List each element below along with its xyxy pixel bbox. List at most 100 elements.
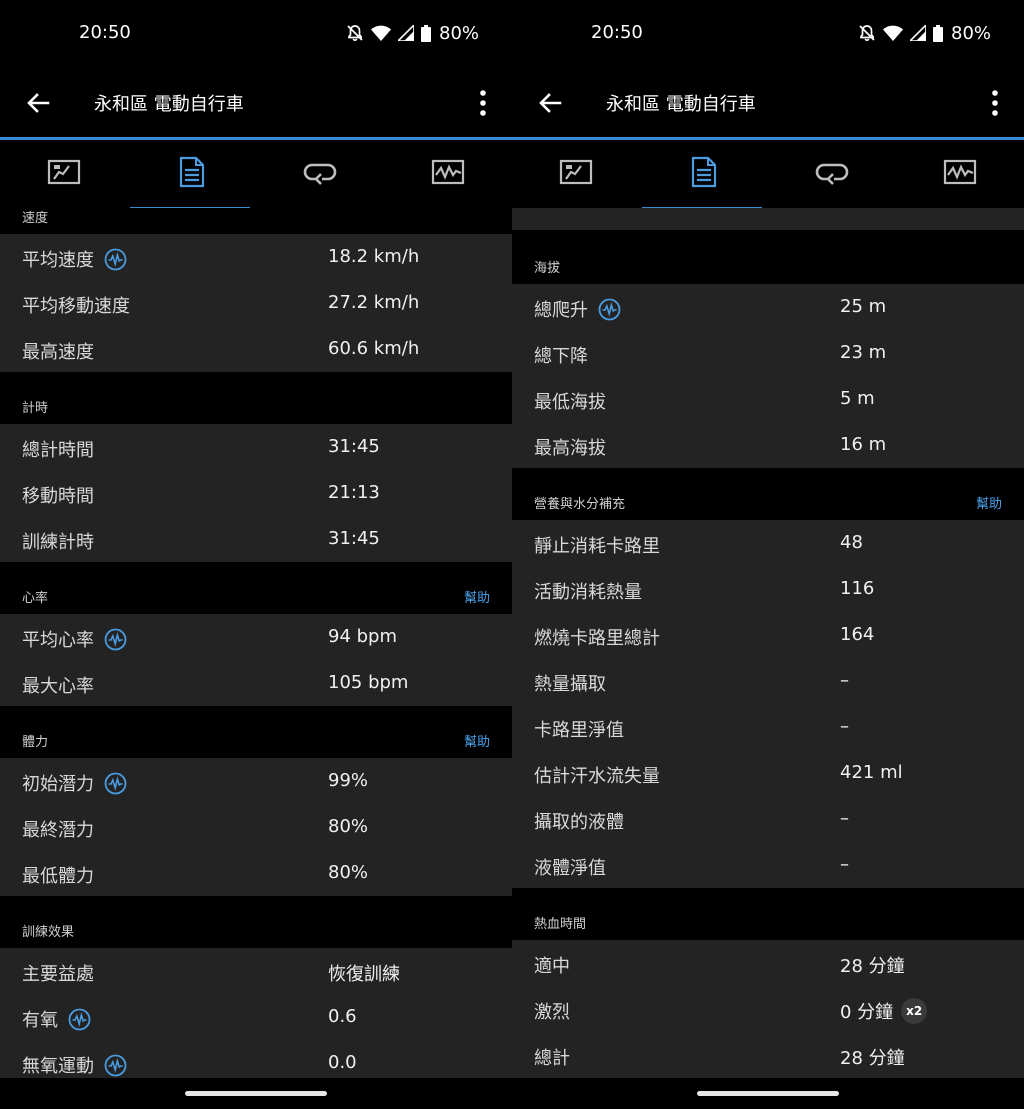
battery-percent: 80%: [439, 22, 480, 44]
stat-value: 25 m: [840, 296, 887, 317]
mute-icon: [858, 24, 876, 42]
stat-value: 23 m: [840, 342, 887, 363]
stat-label: 訓練計時: [22, 532, 94, 553]
left-screen: 20:50 80% 永和區 電動自行車 速度 平均速度 18.2 km/h 平均…: [0, 0, 512, 1109]
stat-label: 最高海拔: [534, 438, 606, 459]
section-header: 熱血時間: [512, 888, 1024, 940]
stat-value: 421 ml: [840, 762, 903, 783]
insight-icon[interactable]: [104, 772, 127, 795]
details-list-icon: [691, 156, 717, 192]
tab-overview[interactable]: [0, 140, 128, 208]
stat-label: 移動時間: [22, 486, 94, 507]
stat-label: 激烈: [534, 1002, 570, 1023]
stat-value: 105 bpm: [328, 672, 409, 693]
stat-label: 平均速度: [22, 250, 94, 271]
insight-icon[interactable]: [68, 1008, 91, 1031]
section-title: 熱血時間: [534, 917, 587, 932]
stat-row: 激烈 0 分鐘 x2: [512, 986, 1024, 1032]
stat-label: 最高速度: [22, 342, 94, 363]
stat-label: 最低海拔: [534, 392, 606, 413]
battery-percent: 80%: [951, 22, 992, 44]
stat-row: 總爬升 25 m: [512, 284, 1024, 330]
more-vert-icon[interactable]: [470, 86, 496, 120]
stat-label: 平均心率: [22, 630, 94, 651]
wifi-icon: [371, 25, 391, 41]
stat-row: 無氧運動 0.0: [0, 1040, 512, 1078]
stat-value: –: [840, 854, 849, 875]
arrow-left-icon[interactable]: [534, 87, 566, 119]
details-list[interactable]: 海拔 總爬升 25 m 總下降 23 m 最低海拔 5 m 最高海拔 16 m 營養與水…: [512, 208, 1024, 1078]
stat-value: 18.2 km/h: [328, 246, 420, 267]
stat-label: 總下降: [534, 346, 588, 367]
mute-icon: [346, 24, 364, 42]
more-vert-icon[interactable]: [982, 86, 1008, 120]
stat-row: 熱量攝取 –: [512, 658, 1024, 704]
home-handle[interactable]: [185, 1091, 327, 1096]
stat-row: 適中 28 分鐘: [512, 940, 1024, 986]
stat-label: 卡路里淨值: [534, 720, 624, 741]
tab-details[interactable]: [640, 140, 768, 210]
stat-label: 主要益處: [22, 964, 94, 985]
stat-label: 活動消耗熱量: [534, 582, 642, 603]
stat-value: 31:45: [328, 528, 380, 549]
stat-value: 116: [840, 578, 875, 599]
insight-icon[interactable]: [104, 1054, 127, 1077]
help-link[interactable]: 幫助: [464, 731, 490, 750]
insight-icon[interactable]: [598, 298, 621, 321]
section-title: 心率: [22, 591, 49, 606]
stat-row: 初始潛力 99%: [0, 758, 512, 804]
stat-row: 平均速度 18.2 km/h: [0, 234, 512, 280]
gesture-bar: [0, 1078, 512, 1109]
stat-label: 有氧: [22, 1010, 58, 1031]
stat-label: 無氧運動: [22, 1056, 94, 1077]
section-header: 心率 幫助: [0, 562, 512, 614]
battery-icon: [933, 24, 943, 42]
stat-row: 總計 28 分鐘: [512, 1032, 1024, 1078]
stat-row: 最高海拔 16 m: [512, 422, 1024, 468]
tab-overview[interactable]: [512, 140, 640, 208]
stat-row: 燃燒卡路里總計 164: [512, 612, 1024, 658]
section-header: 速度: [0, 208, 512, 234]
stat-row: 移動時間 21:13: [0, 470, 512, 516]
stat-row: 液體淨值 –: [512, 842, 1024, 888]
stat-label: 攝取的液體: [534, 812, 624, 833]
arrow-left-icon[interactable]: [22, 87, 54, 119]
stat-value: 28 分鐘: [840, 1048, 905, 1069]
stat-label: 最終潛力: [22, 820, 94, 841]
insight-icon[interactable]: [104, 628, 127, 651]
stat-value: 0 分鐘: [840, 1002, 894, 1023]
right-screen: 20:50 80% 永和區 電動自行車 海拔 總爬升 25 m 總下降 23 m…: [512, 0, 1024, 1109]
stat-label: 最大心率: [22, 676, 94, 697]
help-link[interactable]: 幫助: [464, 587, 490, 606]
laps-icon: [303, 159, 337, 189]
stat-value: 恢復訓練: [328, 964, 400, 985]
tab-laps[interactable]: [256, 140, 384, 208]
tab-details[interactable]: [128, 140, 256, 210]
section-header: 訓練效果: [0, 896, 512, 948]
help-link[interactable]: 幫助: [976, 493, 1002, 512]
insight-icon[interactable]: [104, 248, 127, 271]
app-bar: 永和區 電動自行車: [0, 70, 512, 137]
stat-value: 31:45: [328, 436, 380, 457]
stat-label: 初始潛力: [22, 774, 94, 795]
tab-laps[interactable]: [768, 140, 896, 208]
tab-charts[interactable]: [384, 140, 512, 208]
section-title: 體力: [22, 735, 49, 750]
stat-value: 99%: [328, 770, 369, 791]
page-title: 永和區 電動自行車: [606, 94, 756, 115]
details-list-icon: [179, 156, 205, 192]
status-time: 20:50: [591, 22, 643, 43]
home-handle[interactable]: [697, 1091, 839, 1096]
charts-icon: [431, 159, 465, 189]
stat-value: 16 m: [840, 434, 887, 455]
signal-icon: [910, 25, 926, 41]
stat-value: 21:13: [328, 482, 380, 503]
tab-charts[interactable]: [896, 140, 1024, 208]
stat-value: –: [840, 670, 849, 691]
stat-value: 80%: [328, 816, 369, 837]
status-icons: 80%: [346, 22, 479, 44]
details-list[interactable]: 速度 平均速度 18.2 km/h 平均移動速度 27.2 km/h 最高速度 60.…: [0, 208, 512, 1078]
stat-row: 估計汗水流失量 421 ml: [512, 750, 1024, 796]
stat-row: 活動消耗熱量 116: [512, 566, 1024, 612]
section-title: 訓練效果: [22, 925, 75, 940]
